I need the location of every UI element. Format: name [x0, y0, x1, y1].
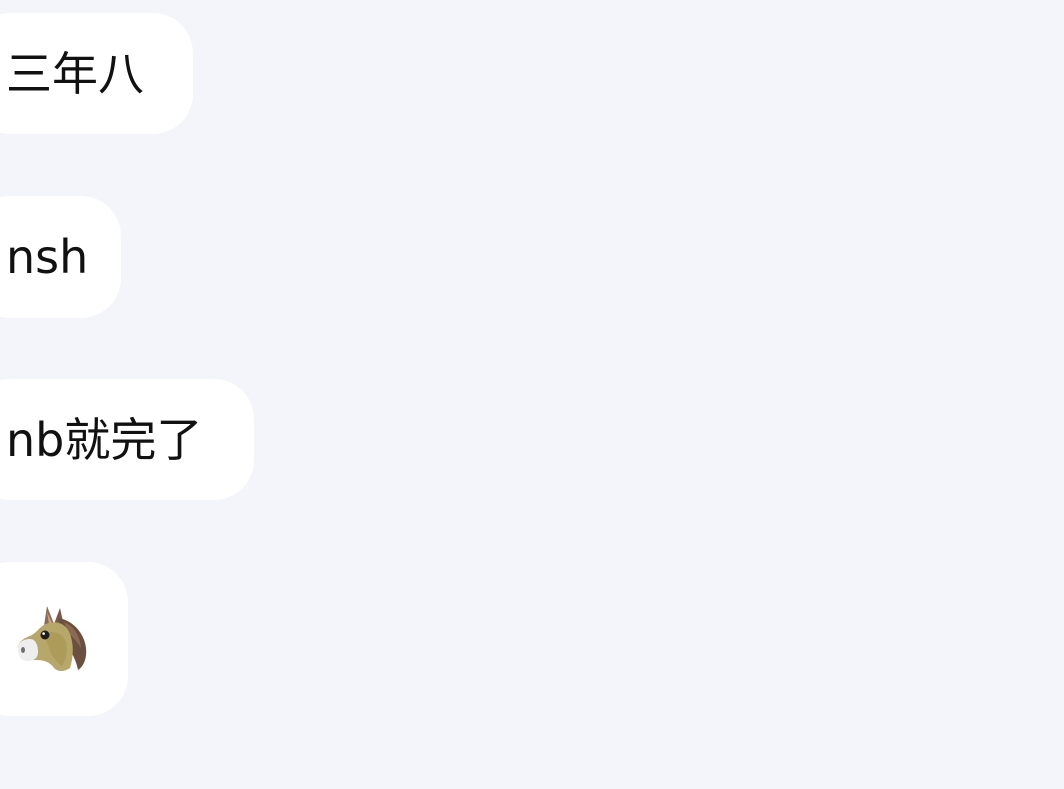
message-bubble-emoji[interactable]	[0, 562, 128, 716]
horse-face-icon	[18, 606, 87, 671]
message-bubble[interactable]: nb就完了	[0, 379, 254, 500]
message-text: nb就完了	[6, 412, 203, 467]
message-bubble[interactable]: nsh	[0, 196, 121, 318]
chat-message-list: 三年八 nsh nb就完了	[0, 0, 1064, 789]
message-text: 三年八	[6, 46, 144, 101]
message-bubble[interactable]: 三年八	[0, 13, 193, 134]
message-text: nsh	[6, 230, 89, 284]
